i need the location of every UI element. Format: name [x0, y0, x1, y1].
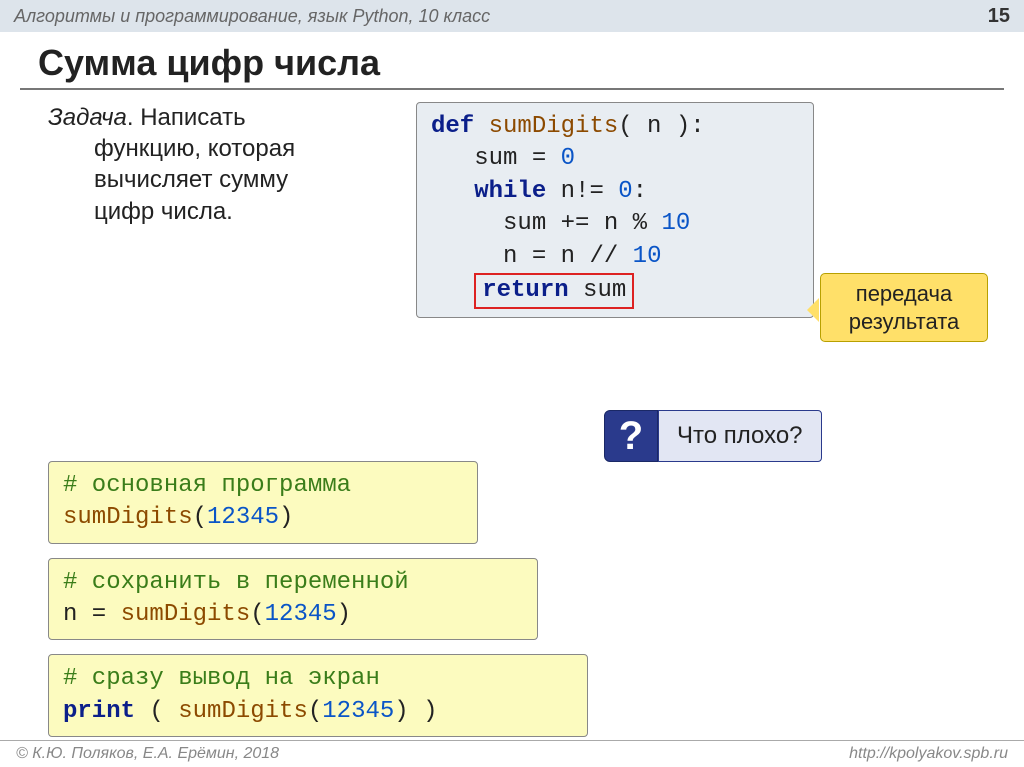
footer-url: http://kpolyakov.spb.ru: [849, 745, 1008, 763]
code-block-call1: # основная программа sumDigits(12345): [48, 461, 478, 544]
slide-title: Сумма цифр числа: [0, 32, 1024, 88]
return-highlight: return sum: [474, 273, 634, 309]
footer-copyright: © К.Ю. Поляков, Е.А. Ерёмин, 2018: [16, 745, 279, 763]
question-text: Что плохо?: [658, 410, 822, 462]
task-text: Задача. Написать функцию, которая вычисл…: [48, 102, 378, 227]
question-callout: ? Что плохо?: [604, 410, 822, 462]
content-area: Задача. Написать функцию, которая вычисл…: [0, 98, 1024, 737]
slide-header: Алгоритмы и программирование, язык Pytho…: [0, 0, 1024, 32]
slide-footer: © К.Ю. Поляков, Е.А. Ерёмин, 2018 http:/…: [0, 740, 1024, 767]
code-block-call3: # сразу вывод на экран print ( sumDigits…: [48, 654, 588, 737]
subject-text: Алгоритмы и программирование, язык Pytho…: [14, 6, 490, 27]
callout-result: передача результата: [820, 273, 988, 342]
title-divider: [20, 88, 1004, 90]
code-block-main: def sumDigits( n ): sum = 0 while n!= 0:…: [416, 102, 814, 318]
code-block-call2: # сохранить в переменной n = sumDigits(1…: [48, 558, 538, 641]
question-icon: ?: [604, 410, 658, 462]
page-number: 15: [988, 5, 1010, 28]
task-label: Задача: [48, 104, 127, 131]
